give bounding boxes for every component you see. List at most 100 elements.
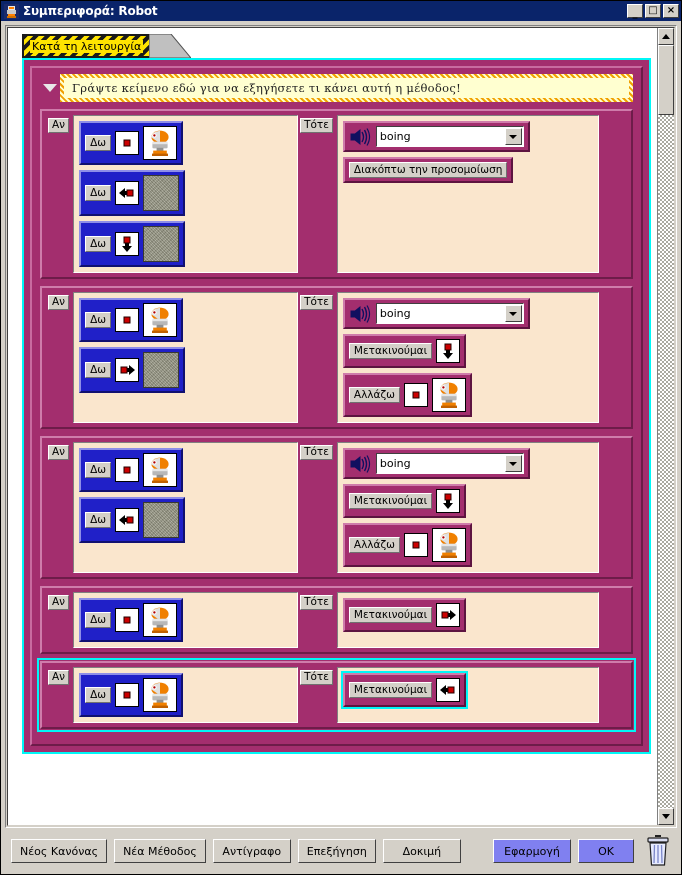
- test-button[interactable]: Δοκιμή: [382, 839, 461, 863]
- scroll-up-icon[interactable]: [658, 28, 674, 45]
- method-canvas[interactable]: Γράψτε κείμενο εδώ για να εξηγήσετε τι κ…: [22, 58, 651, 754]
- robot-sprite-icon[interactable]: [143, 603, 178, 637]
- trash-icon[interactable]: [645, 834, 671, 868]
- direction-center-icon[interactable]: [403, 533, 428, 557]
- action-slot[interactable]: boing Μετακινούμαι Αλλάζω: [336, 442, 599, 573]
- stone-sprite-icon[interactable]: [143, 226, 180, 262]
- condition-tile[interactable]: Δω: [79, 673, 184, 717]
- change-action-tile[interactable]: Αλλάζω: [342, 373, 472, 417]
- direction-down-icon[interactable]: [436, 339, 461, 363]
- new-method-button[interactable]: Νέα Μέθοδος: [114, 839, 206, 863]
- sound-select-value: boing: [379, 307, 411, 320]
- vertical-scrollbar[interactable]: [657, 28, 674, 825]
- behaviour-window: Συμπεριφορά: Robot _ □ × Κατά τη λειτουρ…: [0, 0, 682, 875]
- direction-right-icon[interactable]: [436, 603, 461, 627]
- rule-4[interactable]: Αν Δω Τότε Μετακινούμαι: [40, 586, 633, 654]
- scroll-down-icon[interactable]: [658, 808, 674, 825]
- triangle-down-icon[interactable]: [40, 75, 60, 101]
- scrollbar-thumb[interactable]: [658, 45, 674, 115]
- direction-center-icon[interactable]: [115, 308, 140, 332]
- condition-tile[interactable]: Δω: [79, 598, 184, 642]
- chevron-down-icon[interactable]: [504, 128, 522, 145]
- stone-sprite-icon[interactable]: [143, 352, 180, 388]
- condition-slot[interactable]: Δω Δω: [73, 442, 299, 573]
- title-bar[interactable]: Συμπεριφορά: Robot _ □ ×: [1, 1, 681, 21]
- action-slot[interactable]: boing Διακόπτω την προσομοίωση: [336, 115, 599, 273]
- tab-during-operation[interactable]: Κατά τη λειτουργία: [22, 34, 150, 58]
- move-label: Μετακινούμαι: [348, 343, 433, 359]
- sound-action-tile[interactable]: boing: [342, 448, 530, 479]
- method-comment[interactable]: Γράψτε κείμενο εδώ για να εξηγήσετε τι κ…: [60, 74, 633, 102]
- stop-simulation-tile[interactable]: Διακόπτω την προσομοίωση: [342, 157, 514, 183]
- if-label: Αν: [48, 445, 70, 460]
- rules-container: Αν Δω Δω Δω Τότε boing Διακόπτω την προσομοίωσ…: [37, 109, 636, 732]
- robot-sprite-icon[interactable]: [431, 378, 466, 412]
- condition-tile[interactable]: Δω: [79, 170, 186, 216]
- robot-sprite-icon[interactable]: [143, 303, 178, 337]
- copy-button[interactable]: Αντίγραφο: [212, 839, 291, 863]
- stone-sprite-icon[interactable]: [143, 175, 180, 211]
- chevron-down-icon[interactable]: [504, 305, 522, 322]
- sound-select[interactable]: boing: [375, 126, 524, 147]
- minimize-button[interactable]: _: [627, 4, 643, 19]
- move-action-tile[interactable]: Μετακινούμαι: [342, 484, 467, 518]
- direction-center-icon[interactable]: [115, 131, 140, 155]
- direction-center-icon[interactable]: [115, 458, 140, 482]
- robot-sprite-icon[interactable]: [431, 528, 466, 562]
- sound-select[interactable]: boing: [375, 453, 524, 474]
- condition-tile[interactable]: Δω: [79, 497, 186, 543]
- stone-sprite-icon[interactable]: [143, 502, 180, 538]
- condition-tile[interactable]: Δω: [79, 221, 186, 267]
- change-action-tile[interactable]: Αλλάζω: [342, 523, 472, 567]
- condition-tile[interactable]: Δω: [79, 121, 184, 165]
- then-label: Τότε: [300, 118, 333, 133]
- direction-left-icon[interactable]: [115, 181, 140, 205]
- editor-frame: Κατά τη λειτουργία Γράψτε κείμενο εδώ γι…: [5, 25, 677, 828]
- direction-left-icon[interactable]: [436, 678, 461, 702]
- action-slot[interactable]: Μετακινούμαι: [336, 592, 599, 648]
- maximize-button[interactable]: □: [645, 4, 661, 18]
- rule-5[interactable]: Αν Δω Τότε Μετακινούμαι: [37, 658, 636, 732]
- speaker-icon: [349, 127, 371, 147]
- move-action-tile[interactable]: Μετακινούμαι: [342, 598, 467, 632]
- sound-action-tile[interactable]: boing: [342, 121, 530, 152]
- apply-button[interactable]: Εφαρμογή: [493, 839, 571, 863]
- condition-slot[interactable]: Δω: [73, 592, 299, 648]
- move-action-tile[interactable]: Μετακινούμαι: [340, 671, 469, 709]
- direction-down-icon[interactable]: [436, 489, 461, 513]
- move-action-tile[interactable]: Μετακινούμαι: [342, 334, 467, 368]
- scrollbar-track[interactable]: [658, 45, 674, 808]
- see-label: Δω: [85, 362, 112, 378]
- window-controls: _ □ ×: [627, 4, 679, 19]
- sound-select[interactable]: boing: [375, 303, 524, 324]
- direction-left-icon[interactable]: [115, 508, 140, 532]
- condition-tile[interactable]: Δω: [79, 347, 186, 393]
- move-label: Μετακινούμαι: [348, 607, 433, 623]
- speaker-icon: [349, 304, 371, 324]
- close-button[interactable]: ×: [663, 4, 679, 18]
- rule-1[interactable]: Αν Δω Δω Δω Τότε boing Διακόπτω την προσομοίωσ…: [40, 109, 633, 279]
- ok-button[interactable]: OK: [578, 839, 634, 863]
- action-slot[interactable]: Μετακινούμαι: [336, 667, 599, 723]
- condition-tile[interactable]: Δω: [79, 298, 184, 342]
- rule-3[interactable]: Αν Δω Δω Τότε boing Μετακινούμαι Αλλάζω: [40, 436, 633, 579]
- robot-sprite-icon[interactable]: [143, 678, 178, 712]
- explain-button[interactable]: Επεξήγηση: [297, 839, 376, 863]
- rule-2[interactable]: Αν Δω Δω Τότε boing Μετακινούμαι Αλλάζω: [40, 286, 633, 429]
- sound-select-value: boing: [379, 457, 411, 470]
- direction-right-icon[interactable]: [115, 358, 140, 382]
- direction-center-icon[interactable]: [115, 608, 140, 632]
- robot-sprite-icon[interactable]: [143, 453, 178, 487]
- condition-slot[interactable]: Δω: [73, 667, 299, 723]
- direction-center-icon[interactable]: [403, 383, 428, 407]
- sound-action-tile[interactable]: boing: [342, 298, 530, 329]
- action-slot[interactable]: boing Μετακινούμαι Αλλάζω: [336, 292, 599, 423]
- chevron-down-icon[interactable]: [504, 455, 522, 472]
- condition-tile[interactable]: Δω: [79, 448, 184, 492]
- robot-sprite-icon[interactable]: [143, 126, 178, 160]
- condition-slot[interactable]: Δω Δω: [73, 292, 299, 423]
- condition-slot[interactable]: Δω Δω Δω: [73, 115, 299, 273]
- direction-center-icon[interactable]: [115, 683, 140, 707]
- direction-down-icon[interactable]: [115, 232, 140, 256]
- new-rule-button[interactable]: Νέος Κανόνας: [11, 839, 108, 863]
